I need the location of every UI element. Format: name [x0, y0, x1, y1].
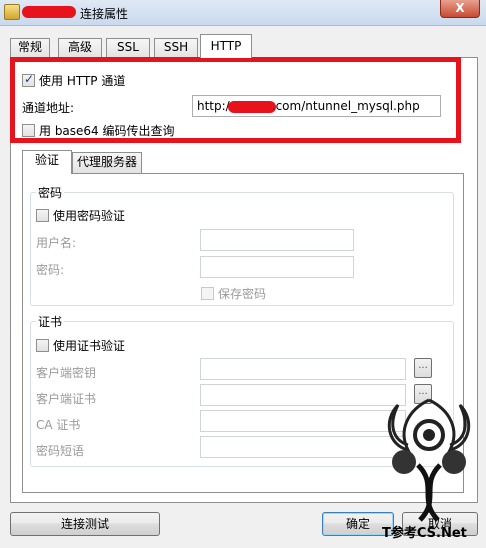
window-title: 连接属性 [80, 7, 129, 21]
passphrase-input[interactable] [200, 436, 406, 458]
client-key-browse-button[interactable]: ... [414, 358, 432, 378]
client-key-label: 客户端密钥 [36, 366, 97, 380]
tab-advanced[interactable]: 高级 [58, 38, 102, 57]
tab-ssh[interactable]: SSH [154, 38, 198, 57]
tab-http[interactable]: HTTP [200, 34, 252, 58]
ca-cert-label: CA 证书 [36, 418, 81, 432]
close-button[interactable]: X [440, 0, 480, 18]
tab-auth[interactable]: 验证 [22, 150, 72, 174]
save-password-label: 保存密码 [218, 287, 267, 301]
watermark-text: T参考CS.Net [382, 526, 467, 541]
use-password-checkbox[interactable] [36, 209, 49, 222]
use-cert-label: 使用证书验证 [53, 339, 126, 353]
save-password-row[interactable]: 保存密码 [201, 285, 266, 302]
title-bar: 连接属性 X [0, 0, 486, 26]
client-cert-input[interactable] [200, 384, 406, 406]
password-label: 密码: [36, 263, 65, 277]
certificate-group-title: 证书 [36, 313, 65, 330]
client-key-input[interactable] [200, 358, 406, 380]
use-password-label: 使用密码验证 [53, 209, 126, 223]
password-group-title: 密码 [36, 184, 65, 201]
tab-proxy[interactable]: 代理服务器 [72, 152, 142, 173]
username-label: 用户名: [36, 236, 77, 250]
ca-cert-input[interactable] [200, 410, 406, 432]
highlight-box [10, 57, 461, 143]
use-cert-row[interactable]: 使用证书验证 [36, 337, 125, 354]
use-cert-checkbox[interactable] [36, 339, 49, 352]
app-icon [4, 4, 20, 20]
tab-ssl[interactable]: SSL [106, 38, 150, 57]
passphrase-label: 密码短语 [36, 444, 85, 458]
save-password-checkbox[interactable] [201, 287, 214, 300]
tab-general[interactable]: 常规 [10, 38, 50, 57]
password-input[interactable] [200, 256, 354, 278]
test-connection-button[interactable]: 连接测试 [10, 512, 160, 536]
client-cert-label: 客户端证书 [36, 392, 97, 406]
watermark-dragon-logo [387, 398, 471, 522]
use-password-row[interactable]: 使用密码验证 [36, 207, 125, 224]
username-input[interactable] [200, 229, 354, 251]
redacted-title-segment [22, 6, 76, 18]
